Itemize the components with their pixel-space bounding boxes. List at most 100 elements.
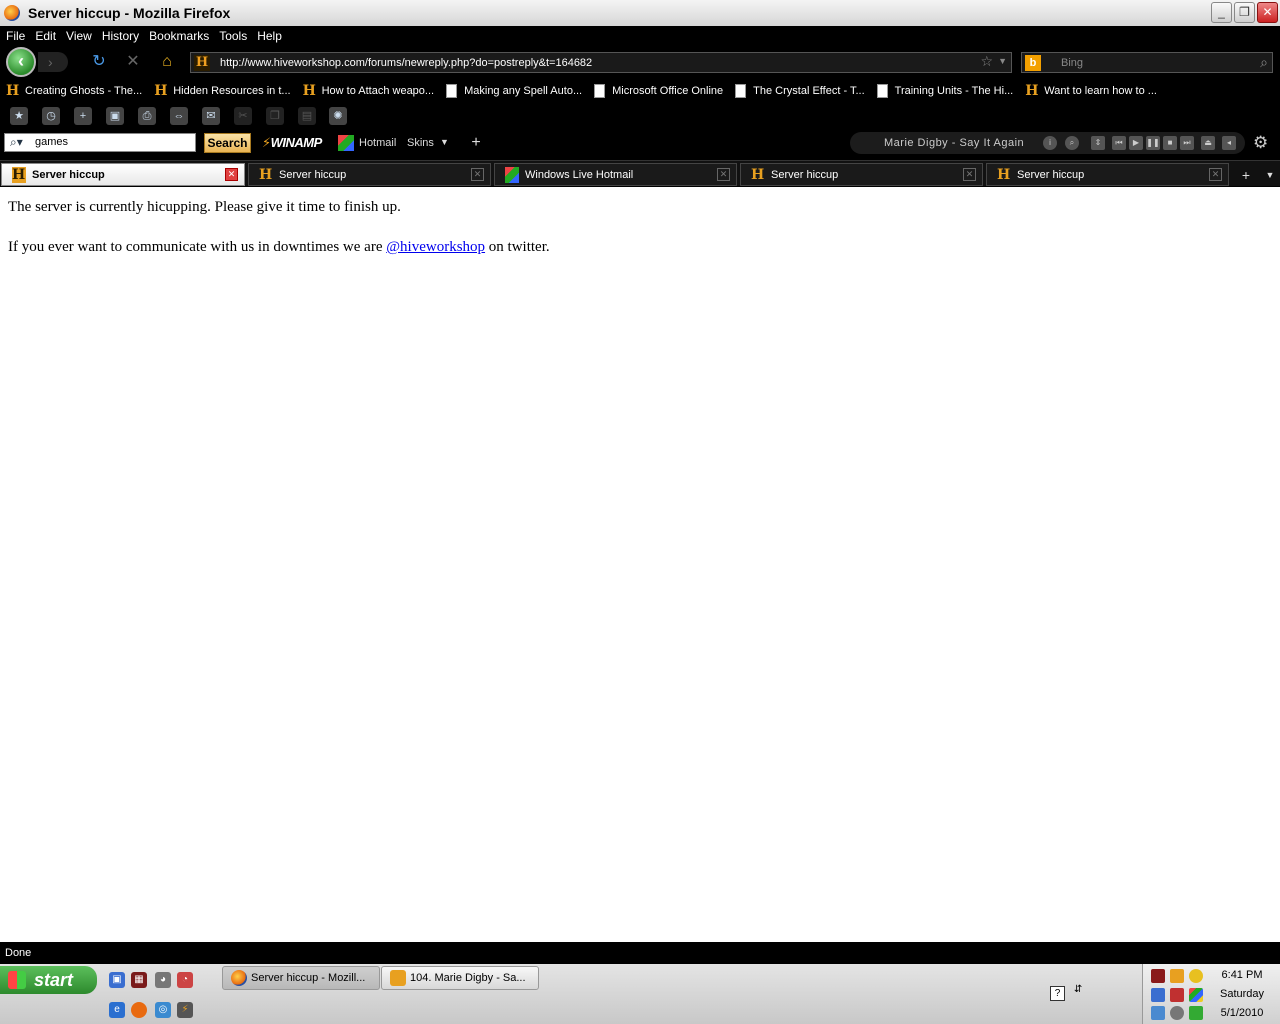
gear-icon[interactable]: ⚙ xyxy=(1253,133,1268,153)
fullscreen-icon[interactable]: ⇔ xyxy=(170,107,188,125)
menu-file[interactable]: File xyxy=(6,29,25,43)
eject-icon[interactable]: ⏏ xyxy=(1201,136,1215,150)
menu-history[interactable]: History xyxy=(102,29,139,43)
stop-icon[interactable]: ■ xyxy=(1163,136,1177,150)
info-icon[interactable]: i xyxy=(1043,136,1057,150)
volume-icon[interactable]: ◂ xyxy=(1222,136,1236,150)
add-icon[interactable]: + xyxy=(466,133,486,153)
bookmark-item[interactable]: H Hidden Resources in t... xyxy=(154,83,290,99)
app-icon[interactable]: ◎ xyxy=(155,1002,171,1018)
tray-app-icon[interactable] xyxy=(1151,1006,1165,1020)
bookmark-item[interactable]: Microsoft Office Online xyxy=(594,84,723,98)
previous-icon[interactable]: ⏮ xyxy=(1112,136,1126,150)
volume-icon[interactable] xyxy=(1170,988,1184,1002)
stop-icon[interactable]: ✕ xyxy=(123,52,143,72)
minimize-button[interactable]: _ xyxy=(1211,2,1232,23)
taskbar-item-firefox[interactable]: Server hiccup - Mozill... xyxy=(222,966,380,990)
firefox-icon[interactable] xyxy=(131,1002,147,1018)
network-icon[interactable] xyxy=(1151,988,1165,1002)
forward-button[interactable]: › xyxy=(38,52,68,72)
home-icon[interactable]: ⌂ xyxy=(157,52,177,72)
close-tab-icon[interactable]: ✕ xyxy=(1209,168,1222,181)
internet-explorer-icon[interactable]: e xyxy=(109,1002,125,1018)
winamp-search-value[interactable]: games xyxy=(35,136,68,148)
url-dropdown-icon[interactable]: ▼ xyxy=(998,56,1007,66)
show-desktop-icon[interactable]: ▣ xyxy=(109,972,125,988)
nvidia-icon[interactable] xyxy=(1189,1006,1203,1020)
clock-date[interactable]: 5/1/2010 xyxy=(1212,1007,1272,1019)
list-all-tabs-icon[interactable]: ▼ xyxy=(1262,164,1278,186)
app-icon[interactable]: ◔ xyxy=(177,972,193,988)
new-tab-button[interactable]: + xyxy=(1235,164,1257,186)
shuffle-icon[interactable]: ⇕ xyxy=(1091,136,1105,150)
winamp-icon[interactable]: ⚡ xyxy=(177,1002,193,1018)
clock-time[interactable]: 6:41 PM xyxy=(1212,969,1272,981)
copy-icon[interactable]: ❐ xyxy=(266,107,284,125)
close-tab-icon[interactable]: ✕ xyxy=(225,168,238,181)
menu-tools[interactable]: Tools xyxy=(219,29,247,43)
close-tab-icon[interactable]: ✕ xyxy=(963,168,976,181)
security-shield-icon[interactable] xyxy=(1189,969,1203,983)
bookmark-item[interactable]: H Want to learn how to ... xyxy=(1025,83,1157,99)
paste-icon[interactable]: ▤ xyxy=(298,107,316,125)
back-button[interactable]: ‹ xyxy=(6,47,36,77)
reload-icon[interactable]: ↻ xyxy=(89,52,109,72)
close-tab-icon[interactable]: ✕ xyxy=(471,168,484,181)
tab-windows-live-hotmail[interactable]: Windows Live Hotmail ✕ xyxy=(494,163,737,186)
tray-app-icon[interactable] xyxy=(1170,1006,1184,1020)
bookmark-item[interactable]: The Crystal Effect - T... xyxy=(735,84,865,98)
close-tab-icon[interactable]: ✕ xyxy=(717,168,730,181)
taskbar-item-winamp[interactable]: 104. Marie Digby - Sa... xyxy=(381,966,539,990)
gimp-icon[interactable]: ◕ xyxy=(155,972,171,988)
bookmark-item[interactable]: Making any Spell Auto... xyxy=(446,84,582,98)
winamp-search-button[interactable]: Search xyxy=(204,133,251,153)
search-icon[interactable]: ⌕ xyxy=(1260,54,1268,71)
close-button[interactable]: ✕ xyxy=(1257,2,1278,23)
winamp-tray-icon[interactable] xyxy=(1170,969,1184,983)
menu-bookmarks[interactable]: Bookmarks xyxy=(149,29,209,43)
menu-help[interactable]: Help xyxy=(257,29,282,43)
help-icon[interactable]: ? xyxy=(1050,986,1065,1001)
history-icon[interactable]: ◷ xyxy=(42,107,60,125)
restore-button[interactable]: ❐ xyxy=(1234,2,1255,23)
menu-edit[interactable]: Edit xyxy=(35,29,56,43)
tab-server-hiccup[interactable]: H Server hiccup ✕ xyxy=(740,163,983,186)
bookmark-item[interactable]: H How to Attach weapo... xyxy=(303,83,435,99)
tab-server-hiccup[interactable]: H Server hiccup ✕ xyxy=(986,163,1229,186)
twitter-link[interactable]: @hiveworkshop xyxy=(386,239,485,255)
app-icon[interactable]: ▦ xyxy=(131,972,147,988)
tray-app-icon[interactable] xyxy=(1151,969,1165,983)
url-text[interactable]: http://www.hiveworkshop.com/forums/newre… xyxy=(220,57,592,69)
address-bar[interactable]: H http://www.hiveworkshop.com/forums/new… xyxy=(190,52,1012,73)
web-search-box[interactable]: b Bing ⌕ xyxy=(1021,52,1273,73)
tab-server-hiccup[interactable]: H Server hiccup ✕ xyxy=(248,163,491,186)
menu-view[interactable]: View xyxy=(66,29,92,43)
bookmark-item[interactable]: Training Units - The Hi... xyxy=(876,84,1013,98)
pause-icon[interactable]: ❚❚ xyxy=(1146,136,1160,150)
windows-flag-icon[interactable] xyxy=(1189,988,1203,1002)
print-icon[interactable]: ⎙ xyxy=(138,107,156,125)
bing-icon[interactable]: b xyxy=(1025,54,1041,71)
windows-logo-icon xyxy=(8,971,26,989)
winamp-search-input[interactable]: ⌕▾ games xyxy=(4,133,196,152)
cut-icon[interactable]: ✂ xyxy=(234,107,252,125)
bookmark-item[interactable]: H Creating Ghosts - The... xyxy=(6,83,142,99)
tab-server-hiccup[interactable]: H Server hiccup ✕ xyxy=(1,163,245,186)
new-window-icon[interactable]: ▣ xyxy=(106,107,124,125)
new-tab-icon[interactable]: + xyxy=(74,107,92,125)
start-button[interactable]: start xyxy=(0,966,97,994)
search-icon[interactable]: ⌕ xyxy=(1065,136,1079,150)
winamp-logo[interactable]: ⚡WINAMP xyxy=(262,135,322,151)
clock-day[interactable]: Saturday xyxy=(1212,988,1272,1000)
hotmail-icon[interactable] xyxy=(338,135,354,151)
play-icon[interactable]: ▶ xyxy=(1129,136,1143,150)
search-placeholder[interactable]: Bing xyxy=(1061,57,1083,69)
bookmark-star-icon[interactable]: ☆ xyxy=(980,53,993,70)
next-icon[interactable]: ⏭ xyxy=(1180,136,1194,150)
mail-icon[interactable]: ✉ xyxy=(202,107,220,125)
hotmail-link[interactable]: Hotmail xyxy=(359,137,396,149)
skins-dropdown-icon[interactable]: ▼ xyxy=(440,137,449,147)
language-bar-icon[interactable]: ⇵ xyxy=(1074,984,1082,995)
skins-menu[interactable]: Skins xyxy=(407,137,434,149)
bookmarks-sidebar-icon[interactable]: ★ xyxy=(10,107,28,125)
